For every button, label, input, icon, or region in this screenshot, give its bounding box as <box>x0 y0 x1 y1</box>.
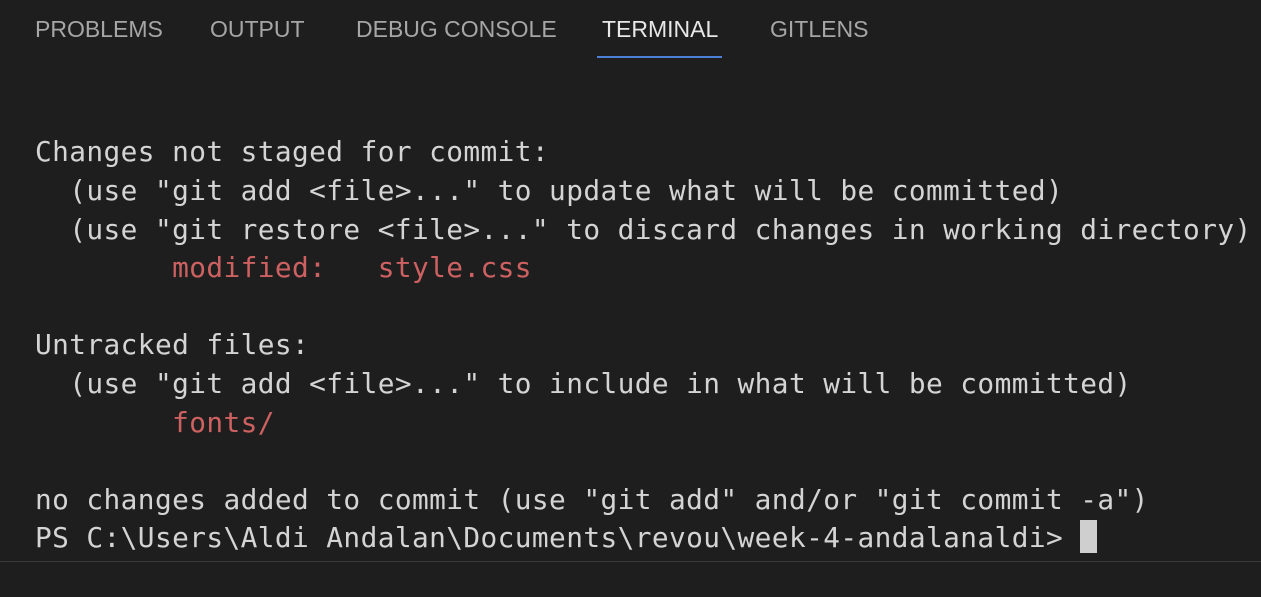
terminal-line-untracked-header: Untracked files: <box>35 328 310 361</box>
untracked-indent <box>35 406 172 439</box>
terminal-line-changes-header: Changes not staged for commit: <box>35 135 550 168</box>
modified-file: style.css <box>377 251 532 284</box>
tab-output[interactable]: OUTPUT <box>210 13 305 57</box>
panel-tab-bar: PROBLEMS OUTPUT DEBUG CONSOLE TERMINAL G… <box>0 0 1261 60</box>
terminal-line-modified: modified: style.css <box>35 249 532 287</box>
tab-debug-console[interactable]: DEBUG CONSOLE <box>356 13 557 57</box>
terminal-line-summary: no changes added to commit (use "git add… <box>35 483 1149 516</box>
panel-bottom-divider <box>0 561 1261 562</box>
terminal-line-prompt[interactable]: PS C:\Users\Aldi Andalan\Documents\revou… <box>35 519 1098 557</box>
tab-terminal[interactable]: TERMINAL <box>596 13 723 58</box>
terminal-line-hint-add-update: (use "git add <file>..." to update what … <box>35 174 1064 207</box>
tab-problems[interactable]: PROBLEMS <box>35 13 163 57</box>
modified-label: modified: <box>35 251 378 284</box>
bottom-panel: Changes not staged for commit: (use "git… <box>0 0 1261 597</box>
terminal-view[interactable]: Changes not staged for commit: (use "git… <box>0 0 1261 562</box>
terminal-line-hint-add-include: (use "git add <file>..." to include in w… <box>35 367 1132 400</box>
shell-prompt: PS C:\Users\Aldi Andalan\Documents\revou… <box>35 521 1081 554</box>
terminal-cursor <box>1080 520 1098 553</box>
terminal-line-untracked-file: fonts/ <box>35 404 275 442</box>
untracked-file: fonts/ <box>172 406 275 439</box>
tab-gitlens[interactable]: GITLENS <box>770 13 868 57</box>
terminal-line-hint-restore: (use "git restore <file>..." to discard … <box>35 213 1252 246</box>
